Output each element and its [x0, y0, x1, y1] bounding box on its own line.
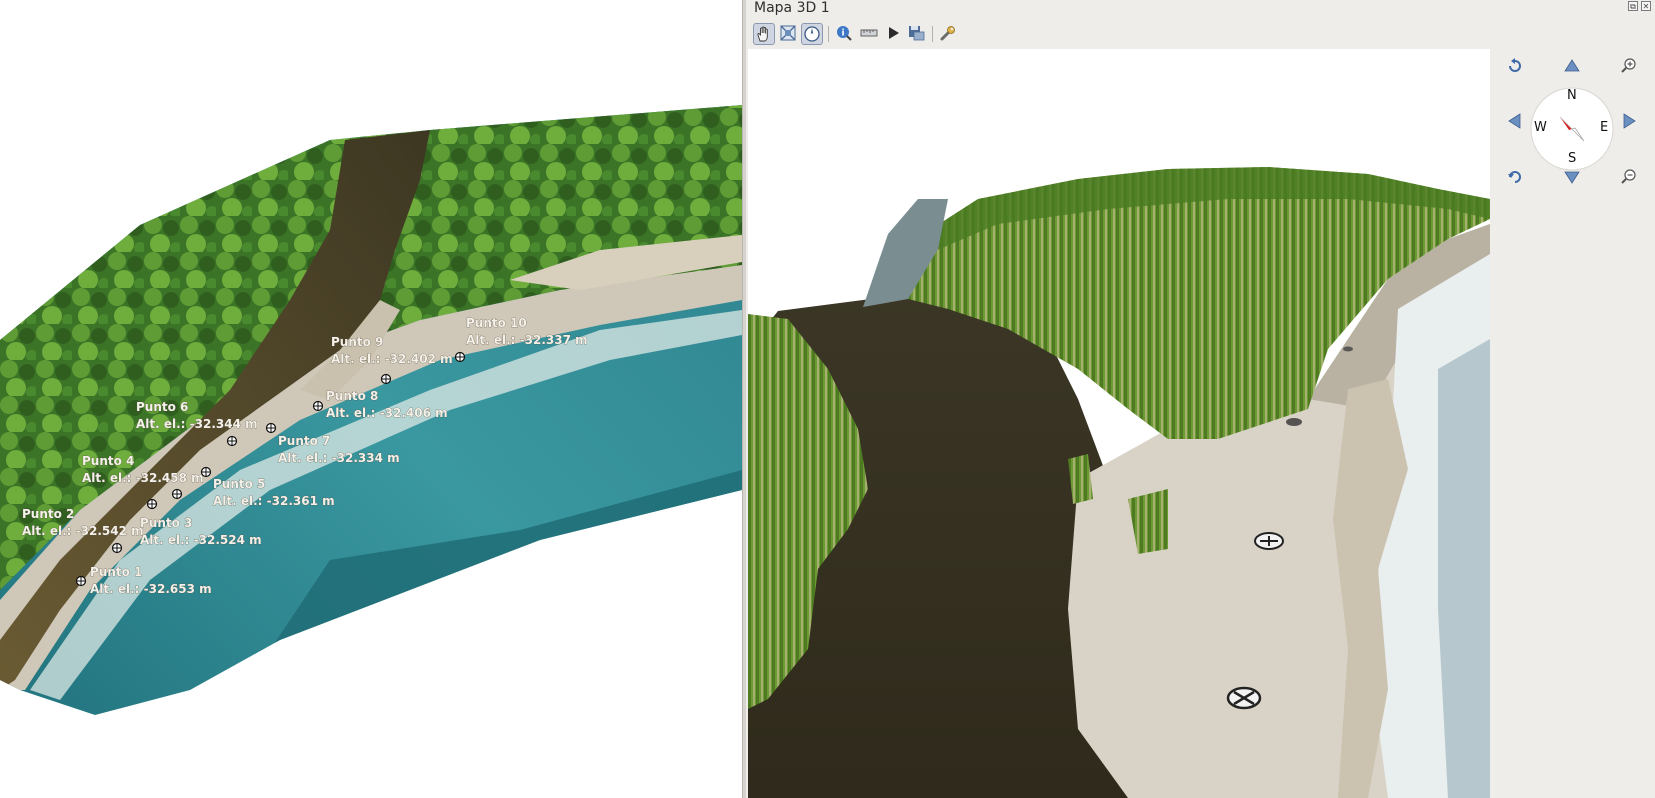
point-elevation-label: Alt. el.: -32.337 m: [466, 333, 588, 347]
point-name-label: Punto 6: [136, 400, 188, 414]
move-right-icon[interactable]: [1620, 112, 1638, 130]
point-name-label: Punto 7: [278, 434, 330, 448]
move-up-icon[interactable]: [1563, 57, 1581, 75]
point-name-label: Punto 5: [213, 477, 265, 491]
toolbar-separator: [828, 26, 829, 42]
point-elevation-label: Alt. el.: -32.542 m: [22, 524, 144, 538]
measure-line-icon[interactable]: [859, 23, 881, 45]
map-3d-dock: Mapa 3D 1 ⧉ ✕ i N S W E: [746, 0, 1655, 798]
map-3d-toolbar: i: [746, 20, 1655, 48]
dock-title: Mapa 3D 1: [754, 0, 830, 16]
compass-west-label: W: [1534, 120, 1547, 135]
point-elevation-label: Alt. el.: -32.334 m: [278, 451, 400, 465]
configure-wrench-icon[interactable]: [938, 23, 960, 45]
point-name-label: Punto 9: [331, 335, 383, 349]
compass-south-label: S: [1568, 151, 1577, 166]
pan-hand-icon[interactable]: [753, 23, 775, 45]
point-name-label: Punto 1: [90, 565, 142, 579]
float-dock-button[interactable]: ⧉: [1628, 1, 1638, 11]
point-name-label: Punto 2: [22, 507, 74, 521]
dock-title-bar[interactable]: Mapa 3D 1 ⧉ ✕: [746, 0, 1655, 20]
map-canvas-3d[interactable]: [748, 49, 1490, 798]
move-down-icon[interactable]: [1563, 168, 1581, 186]
move-left-icon[interactable]: [1506, 112, 1524, 130]
point-elevation-label: Alt. el.: -32.406 m: [326, 406, 448, 420]
zoom-full-icon[interactable]: [778, 23, 800, 45]
point-elevation-label: Alt. el.: -32.344 m: [136, 417, 258, 431]
play-animation-icon[interactable]: [883, 23, 905, 45]
save-export-icon[interactable]: [906, 23, 928, 45]
point-name-label: Punto 4: [82, 454, 134, 468]
point-name-label: Punto 10: [466, 316, 527, 330]
point-name-label: Punto 3: [140, 516, 192, 530]
svg-text:i: i: [841, 29, 844, 39]
compass-east-label: E: [1600, 120, 1609, 135]
toolbar-separator: [932, 26, 933, 42]
point-name-label: Punto 8: [326, 389, 378, 403]
point-elevation-label: Alt. el.: -32.653 m: [90, 582, 212, 596]
rotate-cw-icon[interactable]: [1506, 168, 1524, 186]
point-elevation-label: Alt. el.: -32.458 m: [82, 471, 204, 485]
identify-icon[interactable]: i: [834, 23, 856, 45]
compass-rose[interactable]: N S W E: [1529, 86, 1615, 172]
close-dock-button[interactable]: ✕: [1641, 1, 1651, 11]
navigation-widget: N S W E: [1490, 49, 1655, 209]
rotate-ccw-icon[interactable]: [1506, 57, 1524, 75]
zoom-in-icon[interactable]: [1620, 57, 1638, 75]
point-elevation-label: Alt. el.: -32.361 m: [213, 494, 335, 508]
compass-north-label: N: [1567, 88, 1577, 103]
point-elevation-label: Alt. el.: -32.524 m: [140, 533, 262, 547]
point-elevation-label: Alt. el.: -32.402 m: [331, 352, 453, 366]
zoom-out-icon[interactable]: [1620, 168, 1638, 186]
toggle-on-screen-navigation-icon[interactable]: [801, 23, 823, 45]
map-canvas-2d[interactable]: Punto 1 Alt. el.: -32.653 m Punto 2 Alt. el…: [0, 0, 742, 798]
